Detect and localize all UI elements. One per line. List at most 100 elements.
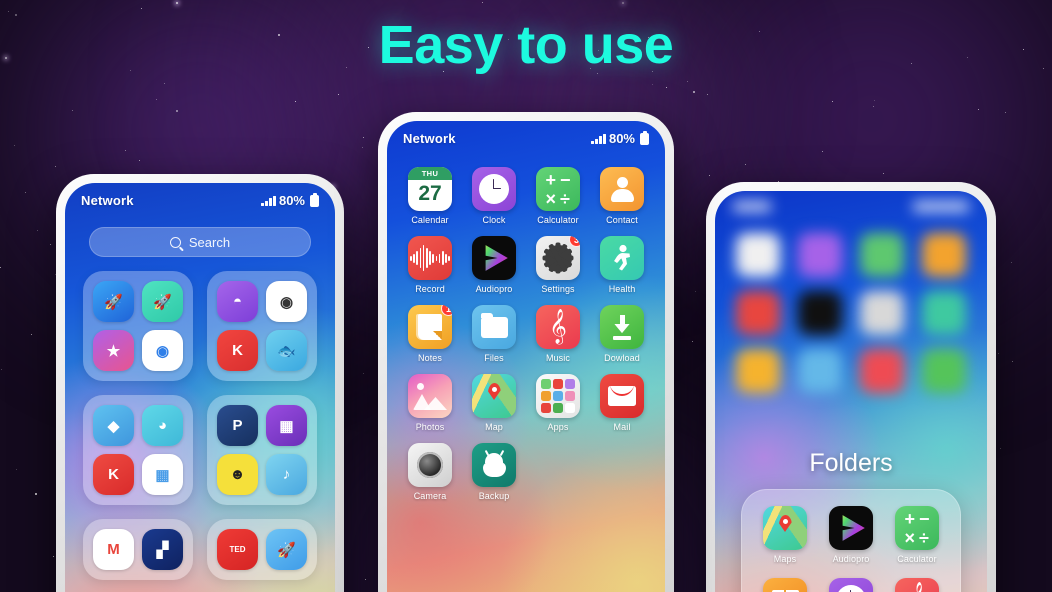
folder-mini-icon-fish-blue: 🐟 bbox=[266, 330, 307, 371]
app-health[interactable]: Health bbox=[593, 236, 651, 294]
folder-app-clock[interactable]: Clock bbox=[818, 578, 884, 592]
app-label: Mail bbox=[613, 422, 631, 432]
folder-mini-icon-rocket-blue: 🚀 bbox=[93, 281, 134, 322]
app-label: Photos bbox=[415, 422, 445, 432]
blurred-app-icon bbox=[922, 233, 966, 277]
blurred-app-icon bbox=[860, 349, 904, 393]
folder-popup: Maps Audiopro +−×÷ Caculator BooksClock𝄞Musi… bbox=[741, 489, 961, 592]
signal-icon bbox=[591, 133, 606, 144]
settings-icon: 3 bbox=[536, 236, 580, 280]
mail-icon bbox=[600, 374, 644, 418]
folder-mini-icon-p-navy: P bbox=[217, 405, 258, 446]
folder-mini-icon-kinemaster-k: K bbox=[217, 330, 258, 371]
folder-app-maps[interactable]: Maps bbox=[752, 506, 818, 564]
app-map[interactable]: Map bbox=[465, 374, 523, 432]
blurred-app-icon bbox=[736, 349, 780, 393]
clock-icon bbox=[472, 167, 516, 211]
app-label: Camera bbox=[413, 491, 447, 501]
status-right-group: 80% bbox=[591, 130, 649, 146]
search-placeholder: Search bbox=[188, 234, 231, 250]
blurred-app-grid bbox=[731, 233, 971, 393]
camera-icon bbox=[408, 443, 452, 487]
battery-percent: 80% bbox=[278, 193, 305, 208]
folder-mini-icon-linglokids-fox: ◕ bbox=[142, 405, 183, 446]
app-audiopro[interactable]: Audiopro bbox=[465, 236, 523, 294]
folder-card[interactable]: M ▞ bbox=[83, 519, 193, 580]
app-settings[interactable]: 3 Settings bbox=[529, 236, 587, 294]
app-label: Audiopro bbox=[475, 284, 513, 294]
runner-glyph bbox=[614, 244, 630, 271]
app-backup[interactable]: Backup bbox=[465, 443, 523, 501]
blurred-app-icon bbox=[798, 233, 842, 277]
app-label: Maps bbox=[773, 554, 797, 564]
folders-title: Folders bbox=[809, 449, 893, 477]
app-dowload[interactable]: Dowload bbox=[593, 305, 651, 363]
folder-mini-icon-keyboard-grid: ▦ bbox=[266, 405, 307, 446]
battery-percent: 80% bbox=[608, 131, 635, 146]
app-label: Map bbox=[485, 422, 503, 432]
app-label: Contact bbox=[606, 215, 638, 225]
status-network-label: Network bbox=[403, 131, 456, 146]
download-icon bbox=[600, 305, 644, 349]
folder-mini-icon-cat-purple: ◓ bbox=[217, 281, 258, 322]
app-label: Caculator bbox=[897, 554, 937, 564]
battery-icon bbox=[310, 192, 319, 207]
phone-center: Network 80% THU 27 Calendar Clock + − × ÷ Calcul… bbox=[378, 112, 674, 592]
folder-card[interactable]: 🚀 🚀 ★ ◉ bbox=[83, 271, 193, 381]
folder-app-caculator[interactable]: + − × ÷ Caculator bbox=[884, 506, 950, 564]
folder-app-audiopro[interactable]: Audiopro bbox=[818, 506, 884, 564]
app-apps[interactable]: Apps bbox=[529, 374, 587, 432]
clock-icon bbox=[829, 578, 873, 592]
phone-right: Folders Maps Audiopro +−×÷ Caculator BooksCl… bbox=[706, 182, 996, 592]
app-label: Files bbox=[484, 353, 504, 363]
phone-right-screen: Folders Maps Audiopro +−×÷ Caculator BooksCl… bbox=[715, 191, 987, 592]
folder-mini-icon-multi-tools: ▦ bbox=[142, 454, 183, 495]
app-label: Settings bbox=[541, 284, 575, 294]
app-camera[interactable]: Camera bbox=[401, 443, 459, 501]
app-calculator[interactable]: + − × ÷ Calculator bbox=[529, 167, 587, 225]
app-label: Apps bbox=[547, 422, 569, 432]
folder-app-music[interactable]: 𝄞Music bbox=[884, 578, 950, 592]
app-notes[interactable]: 1 Notes bbox=[401, 305, 459, 363]
folder-mini-icon-star-pink: ★ bbox=[93, 330, 134, 371]
blurred-app-icon bbox=[860, 291, 904, 335]
record-icon bbox=[408, 236, 452, 280]
folder-grid: 🚀 🚀 ★ ◉ ◓ ◉ K 🐟 ◆ ◕ K ▦ P ▦ ☻ ♪ M ▞ TED 🚀 bbox=[83, 271, 317, 580]
app-label: Dowload bbox=[604, 353, 640, 363]
map-icon bbox=[472, 374, 516, 418]
photos-icon bbox=[408, 374, 452, 418]
backup-icon bbox=[472, 443, 516, 487]
blurred-app-icon bbox=[736, 233, 780, 277]
search-input[interactable]: Search bbox=[89, 227, 311, 257]
app-files[interactable]: Files bbox=[465, 305, 523, 363]
folder-card[interactable]: TED 🚀 bbox=[207, 519, 317, 580]
calendar-weekday: THU bbox=[408, 167, 452, 180]
status-network-label: Network bbox=[81, 193, 134, 208]
notes-icon: 1 bbox=[408, 305, 452, 349]
app-photos[interactable]: Photos bbox=[401, 374, 459, 432]
books-icon bbox=[763, 578, 807, 592]
app-label: Record bbox=[415, 284, 445, 294]
app-calendar[interactable]: THU 27 Calendar bbox=[401, 167, 459, 225]
calculator-icon: + − × ÷ bbox=[895, 506, 939, 550]
contact-icon bbox=[600, 167, 644, 211]
audiopro-icon bbox=[829, 506, 873, 550]
app-contact[interactable]: Contact bbox=[593, 167, 651, 225]
app-record[interactable]: Record bbox=[401, 236, 459, 294]
folder-app-books[interactable]: Books bbox=[752, 578, 818, 592]
app-clock[interactable]: Clock bbox=[465, 167, 523, 225]
app-mail[interactable]: Mail bbox=[593, 374, 651, 432]
folder-card[interactable]: P ▦ ☻ ♪ bbox=[207, 395, 317, 505]
blurred-app-icon bbox=[860, 233, 904, 277]
app-label: Music bbox=[545, 353, 570, 363]
folder-card[interactable]: ◓ ◉ K 🐟 bbox=[207, 271, 317, 381]
page-title: Easy to use bbox=[378, 15, 674, 75]
app-music[interactable]: 𝄞 Music bbox=[529, 305, 587, 363]
app-label: Health bbox=[608, 284, 636, 294]
app-label: Clock bbox=[482, 215, 506, 225]
blurred-app-icon bbox=[798, 291, 842, 335]
folder-mini-icon-smiley-yellow: ☻ bbox=[217, 454, 258, 495]
calendar-icon: THU 27 bbox=[408, 167, 452, 211]
folder-mini-icon-gangster-game: ◆ bbox=[93, 405, 134, 446]
folder-card[interactable]: ◆ ◕ K ▦ bbox=[83, 395, 193, 505]
